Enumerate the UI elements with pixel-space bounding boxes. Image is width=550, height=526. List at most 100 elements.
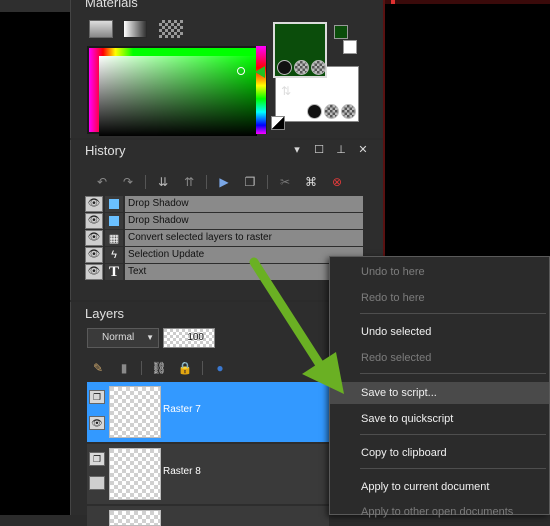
canvas-top-edge (385, 0, 550, 4)
lightning-icon: ϟ (105, 247, 123, 263)
materials-panel: Materials ⇅ (70, 0, 383, 138)
canvas-marker (391, 0, 395, 4)
copy-clipboard-icon[interactable]: ❐ (241, 174, 259, 190)
menu-separator (360, 434, 546, 435)
visibility-toggle[interactable] (89, 476, 105, 490)
gradient-tab[interactable] (123, 20, 147, 38)
layer-row[interactable]: ❐ Raster 8 (87, 444, 329, 504)
toolbar-separator (202, 361, 203, 375)
history-item-label: Drop Shadow (125, 196, 363, 212)
drop-shadow-icon (105, 213, 123, 229)
foreground-style-icons[interactable] (277, 60, 326, 75)
color-picker-cursor[interactable] (237, 67, 245, 75)
menu-item-copy-to-clipboard[interactable]: Copy to clipboard (330, 442, 549, 464)
eye-icon[interactable]: 👁 (85, 264, 103, 280)
small-foreground-swatch[interactable] (334, 25, 348, 39)
eye-icon[interactable]: 👁 (89, 416, 105, 430)
menu-item-save-to-script[interactable]: Save to script... (330, 382, 549, 404)
layer-thumbnail (109, 386, 161, 438)
history-header-buttons: ▾ ☐ ⊥ ✕ (291, 144, 369, 156)
text-tool-icon: T (105, 264, 123, 280)
pin-icon[interactable]: ⊥ (335, 144, 347, 156)
redo-selected-icon[interactable]: ⇈ (180, 174, 198, 190)
eye-icon[interactable]: 👁 (85, 247, 103, 263)
toolbar-separator (206, 175, 207, 189)
new-layer-icon[interactable]: ✎ (89, 360, 107, 376)
menu-item-save-to-quickscript[interactable]: Save to quickscript (330, 408, 549, 430)
blend-mode-value: Normal (102, 332, 135, 343)
menu-item-undo-to-here[interactable]: Undo to here (330, 261, 549, 283)
layer-row[interactable] (87, 506, 329, 526)
hue-pointer-icon[interactable] (255, 66, 265, 78)
menu-item-apply-other[interactable]: Apply to other open documents (330, 501, 549, 523)
link-icon[interactable]: ⛓ (150, 360, 168, 376)
pattern-style-icon[interactable] (311, 60, 326, 75)
layer-name: Raster 7 (163, 404, 201, 415)
history-header: History ▾ ☐ ⊥ ✕ (71, 140, 383, 162)
history-item-label: Convert selected layers to raster (125, 230, 363, 246)
gradient-style-icon[interactable] (294, 60, 309, 75)
undo-icon[interactable]: ↶ (93, 174, 111, 190)
bg-pattern-style-icon[interactable] (341, 104, 356, 119)
drop-shadow-icon (105, 196, 123, 212)
swatches-tab[interactable] (159, 20, 183, 38)
layers-title: Layers (85, 306, 125, 321)
stop-icon[interactable]: ⊗ (328, 174, 346, 190)
undo-selected-icon[interactable]: ⇊ (154, 174, 172, 190)
blend-mode-select[interactable]: Normal ▼ (87, 328, 159, 348)
left-document-canvas[interactable] (0, 0, 70, 515)
history-item-label: Drop Shadow (125, 213, 363, 229)
eye-icon[interactable]: 👁 (85, 230, 103, 246)
hue-strip[interactable] (256, 46, 266, 134)
layer-thumbnail (109, 448, 161, 500)
layers-toolbar: ✎ ▮ ⛓ 🔒 ● (89, 360, 237, 376)
solid-color-icon[interactable] (277, 60, 292, 75)
menu-separator (360, 373, 546, 374)
bg-solid-color-icon[interactable] (307, 104, 322, 119)
menu-separator (360, 468, 546, 469)
bg-gradient-style-icon[interactable] (324, 104, 339, 119)
guide-arrow-icon (249, 257, 344, 394)
menu-item-redo-to-here[interactable]: Redo to here (330, 287, 549, 309)
opacity-field[interactable]: 100 (163, 328, 215, 348)
menu-item-apply-current[interactable]: Apply to current document (330, 476, 549, 498)
raster-convert-icon: ▦ (105, 230, 123, 246)
small-background-swatch[interactable] (343, 40, 357, 54)
history-item[interactable]: 👁 Drop Shadow (85, 213, 363, 229)
menu-item-redo-selected[interactable]: Redo selected (330, 347, 549, 369)
swap-colors-icon[interactable]: ⇅ (281, 84, 291, 98)
lock-icon[interactable]: 🔒 (176, 360, 194, 376)
mask-icon[interactable]: ▮ (115, 360, 133, 376)
delete-history-icon[interactable]: ⌘ (302, 174, 320, 190)
background-style-icons[interactable] (307, 104, 356, 119)
menu-item-undo-selected[interactable]: Undo selected (330, 321, 549, 343)
materials-title: Materials (85, 0, 138, 10)
menu-icon[interactable]: ▾ (291, 144, 303, 156)
layer-thumbnail (109, 510, 161, 526)
eye-icon[interactable]: 👁 (85, 196, 103, 212)
layer-type-icon: ❐ (89, 452, 105, 466)
redo-icon[interactable]: ↷ (119, 174, 137, 190)
close-icon[interactable]: ✕ (357, 144, 369, 156)
saturation-value-field[interactable] (99, 56, 257, 136)
toolbar-separator (145, 175, 146, 189)
history-title: History (85, 143, 126, 158)
history-context-menu: Undo to here Redo to here Undo selected … (329, 256, 550, 518)
layer-style-icon[interactable]: ● (211, 360, 229, 376)
reset-colors-icon[interactable] (271, 116, 285, 130)
frame-swatch-tab[interactable] (89, 20, 113, 38)
history-item[interactable]: 👁 Drop Shadow (85, 196, 363, 212)
layer-type-icon: ❐ (89, 390, 105, 404)
eye-icon[interactable]: 👁 (85, 213, 103, 229)
float-icon[interactable]: ☐ (313, 144, 325, 156)
chevron-down-icon: ▼ (146, 333, 154, 342)
menu-separator (360, 313, 546, 314)
history-item[interactable]: 👁 ▦ Convert selected layers to raster (85, 230, 363, 246)
left-canvas-strip (0, 0, 70, 12)
toolbar-separator (267, 175, 268, 189)
clear-history-icon[interactable]: ✂ (276, 174, 294, 190)
toolbar-separator (141, 361, 142, 375)
layer-name: Raster 8 (163, 466, 201, 477)
color-spectrum[interactable] (87, 46, 267, 136)
save-script-icon[interactable]: ▶ (215, 174, 233, 190)
